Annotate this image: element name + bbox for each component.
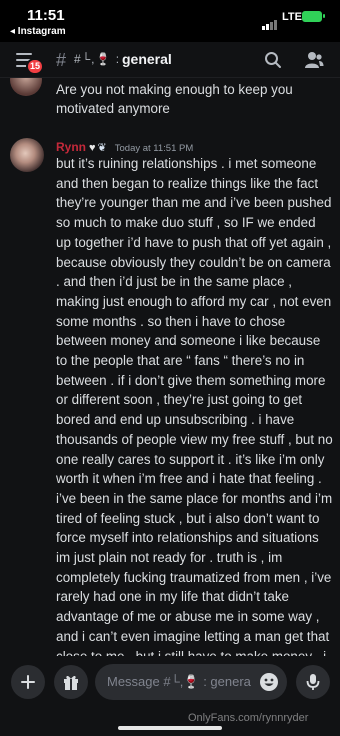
author-name[interactable]: Rynn bbox=[56, 140, 86, 154]
wing-icon: ❦ bbox=[97, 142, 107, 154]
channel-emoji-prefix: #└,🍷 : bbox=[74, 52, 121, 66]
status-time: 11:51 bbox=[27, 7, 65, 24]
message-text: but it’s ruining relationships . i met s… bbox=[56, 156, 333, 656]
emoji-icon[interactable] bbox=[259, 672, 279, 692]
message-composer: Message #└,🍷 : genera bbox=[0, 656, 340, 736]
battery-charging-icon bbox=[302, 11, 325, 22]
microphone-icon bbox=[306, 674, 320, 690]
channel-name[interactable]: general bbox=[122, 51, 172, 67]
avatar[interactable] bbox=[10, 138, 44, 172]
message-text: Are you not making enough to keep you mo… bbox=[56, 82, 293, 116]
home-indicator[interactable] bbox=[118, 726, 222, 730]
unread-badge: 15 bbox=[26, 58, 45, 75]
cellular-signal-icon bbox=[262, 12, 278, 30]
add-attachment-button[interactable] bbox=[11, 665, 45, 699]
message-input-placeholder: Message #└,🍷 : genera bbox=[107, 674, 251, 689]
message-header: Rynn ♥ ❦ Today at 11:51 PM bbox=[56, 138, 193, 154]
channel-header: 15 # #└,🍷 : general bbox=[0, 42, 340, 78]
channel-hash-icon: # bbox=[56, 50, 67, 70]
gift-button[interactable] bbox=[54, 665, 88, 699]
members-icon[interactable] bbox=[304, 51, 324, 74]
back-to-instagram-link[interactable]: ◂ Instagram bbox=[10, 26, 66, 37]
gift-icon bbox=[64, 675, 78, 690]
avatar[interactable] bbox=[10, 78, 42, 96]
voice-message-button[interactable] bbox=[296, 665, 330, 699]
message-list[interactable]: Are you not making enough to keep you mo… bbox=[0, 78, 340, 656]
status-bar: 11:51 ◂ Instagram LTE bbox=[0, 0, 340, 42]
plus-icon bbox=[21, 675, 35, 689]
search-icon[interactable] bbox=[264, 51, 282, 74]
network-type: LTE bbox=[282, 11, 302, 23]
message-timestamp: Today at 11:51 PM bbox=[114, 143, 194, 154]
white-heart-icon: ♥ bbox=[89, 142, 96, 154]
watermark-text: OnlyFans.com/rynnryder bbox=[188, 712, 309, 724]
message-input[interactable]: Message #└,🍷 : genera bbox=[95, 664, 287, 700]
